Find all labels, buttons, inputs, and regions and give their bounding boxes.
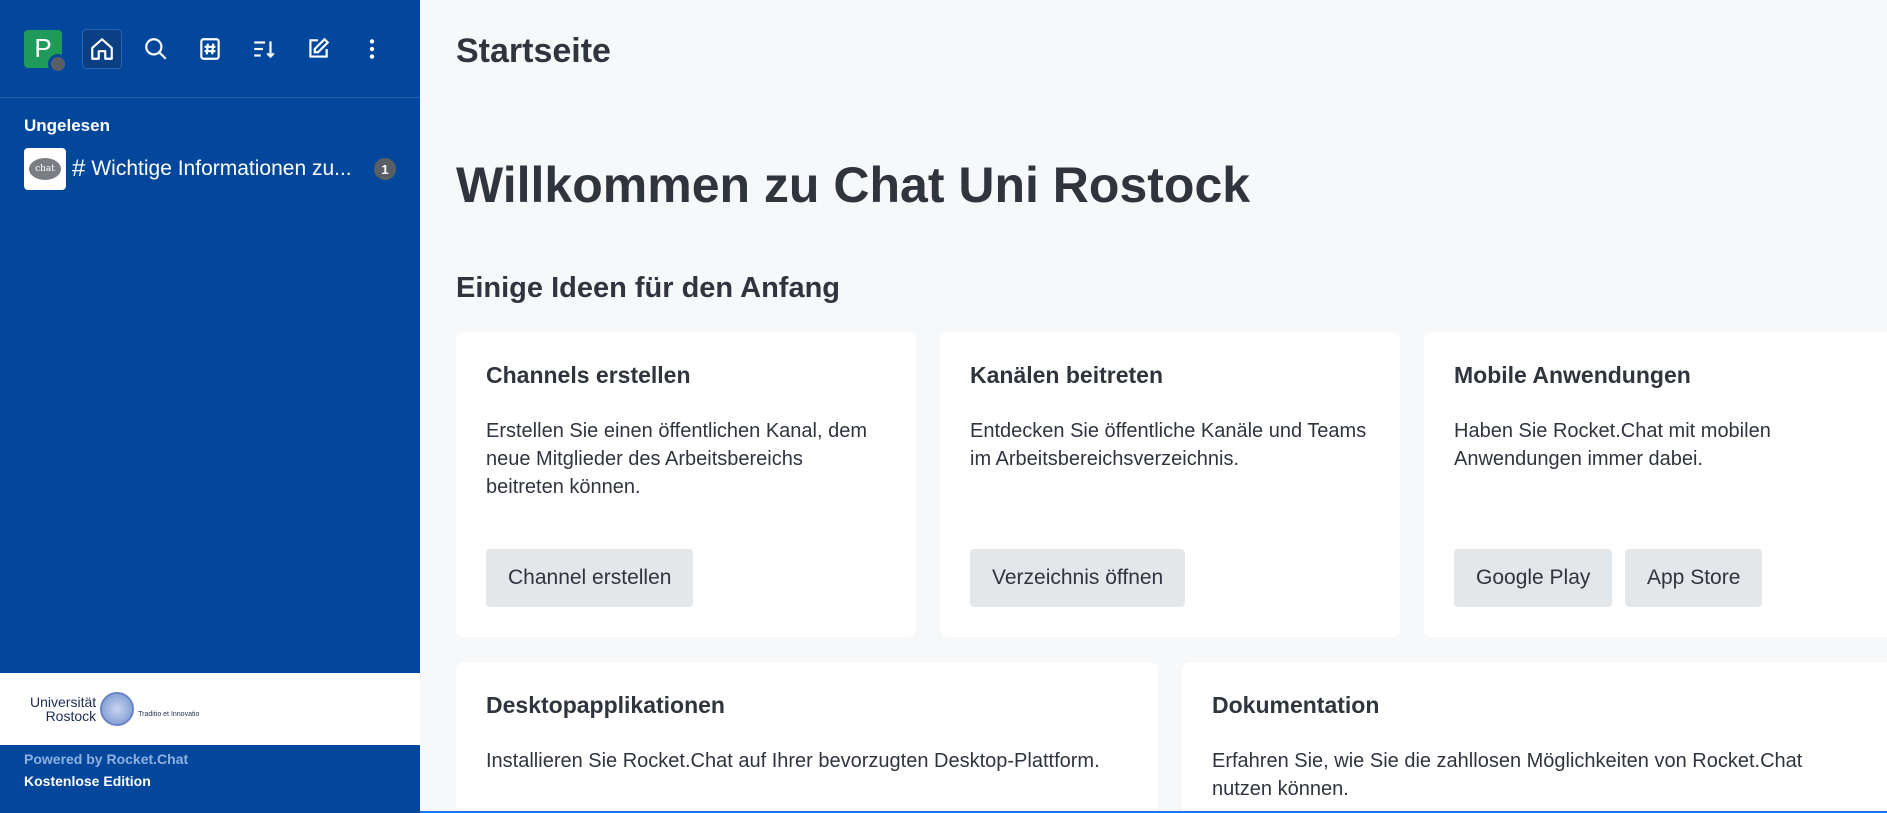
room-name: Wichtige Informationen zu... bbox=[91, 157, 352, 180]
search-icon bbox=[145, 37, 167, 60]
logo-line1: Universität bbox=[30, 694, 97, 710]
university-logo: Universität Rostock Traditio et Innovati… bbox=[0, 673, 420, 745]
sort-button[interactable] bbox=[244, 29, 284, 69]
sidebar-room-item[interactable]: chat # Wichtige Informationen zu... 1 bbox=[24, 148, 396, 190]
sidebar-toolbar: P bbox=[0, 0, 420, 98]
open-directory-button[interactable]: Verzeichnis öffnen bbox=[970, 549, 1186, 607]
home-icon bbox=[91, 37, 113, 60]
edition-label: Kostenlose Edition bbox=[24, 773, 151, 789]
card-text: Installieren Sie Rocket.Chat auf Ihrer b… bbox=[486, 750, 1100, 772]
card-title: Channels erstellen bbox=[486, 362, 691, 388]
kebab-menu-icon bbox=[369, 38, 375, 59]
card-title: Desktopapplikationen bbox=[486, 692, 725, 718]
card-desktop-apps: Desktopapplikationen Installieren Sie Ro… bbox=[456, 662, 1158, 813]
card-title: Dokumentation bbox=[1212, 692, 1380, 718]
card-mobile-apps: Mobile Anwendungen Haben Sie Rocket.Chat… bbox=[1424, 332, 1887, 637]
sidebar-footer: Universität Rostock Traditio et Innovati… bbox=[0, 673, 420, 813]
university-seal-icon bbox=[100, 692, 135, 726]
card-join-channels: Kanälen beitreten Entdecken Sie öffentli… bbox=[940, 332, 1400, 637]
chat-bubble-icon: chat bbox=[29, 158, 61, 180]
page-title: Startseite bbox=[456, 32, 611, 70]
user-avatar[interactable]: P bbox=[24, 29, 68, 74]
google-play-button[interactable]: Google Play bbox=[1454, 549, 1613, 607]
room-avatar: chat bbox=[24, 148, 66, 190]
create-new-button[interactable] bbox=[298, 29, 338, 69]
channel-hash-icon: # bbox=[72, 155, 86, 182]
unread-section-label: Ungelesen bbox=[24, 116, 110, 135]
main-content: Startseite Willkommen zu Chat Uni Rostoc… bbox=[420, 0, 1887, 813]
logo-line2: Rostock bbox=[45, 708, 97, 724]
home-button[interactable] bbox=[82, 28, 122, 69]
more-options-button[interactable] bbox=[352, 29, 392, 69]
room-avatar-text: chat bbox=[35, 164, 55, 174]
card-documentation: Dokumentation Erfahren Sie, wie Sie die … bbox=[1182, 662, 1887, 813]
sidebar: P Ungelesen chat # Wichtige Informatione… bbox=[0, 0, 420, 813]
create-new-icon bbox=[309, 37, 330, 58]
card-text: Entdecken Sie öffentliche Kanäle und Tea… bbox=[970, 420, 1367, 470]
card-text: Haben Sie Rocket.Chat mit mobilen Anwend… bbox=[1454, 420, 1771, 470]
search-button[interactable] bbox=[136, 29, 176, 69]
card-title: Mobile Anwendungen bbox=[1454, 362, 1691, 388]
status-indicator bbox=[48, 53, 68, 74]
ideas-heading: Einige Ideen für den Anfang bbox=[456, 272, 840, 304]
directory-button[interactable] bbox=[190, 29, 230, 69]
card-text: Erstellen Sie einen öffentlichen Kanal, … bbox=[486, 420, 867, 498]
welcome-heading: Willkommen zu Chat Uni Rostock bbox=[456, 157, 1251, 213]
directory-icon bbox=[200, 37, 220, 60]
sort-icon bbox=[254, 40, 275, 58]
unread-badge: 1 bbox=[374, 158, 396, 180]
powered-by-link[interactable]: Powered by Rocket.Chat bbox=[24, 751, 420, 767]
card-title: Kanälen beitreten bbox=[970, 362, 1163, 388]
card-create-channel: Channels erstellen Erstellen Sie einen ö… bbox=[456, 332, 916, 637]
logo-motto: Traditio et Innovatio bbox=[138, 710, 200, 718]
app-store-button[interactable]: App Store bbox=[1625, 549, 1763, 607]
create-channel-button[interactable]: Channel erstellen bbox=[486, 549, 694, 607]
card-text: Erfahren Sie, wie Sie die zahllosen Mögl… bbox=[1212, 750, 1803, 800]
